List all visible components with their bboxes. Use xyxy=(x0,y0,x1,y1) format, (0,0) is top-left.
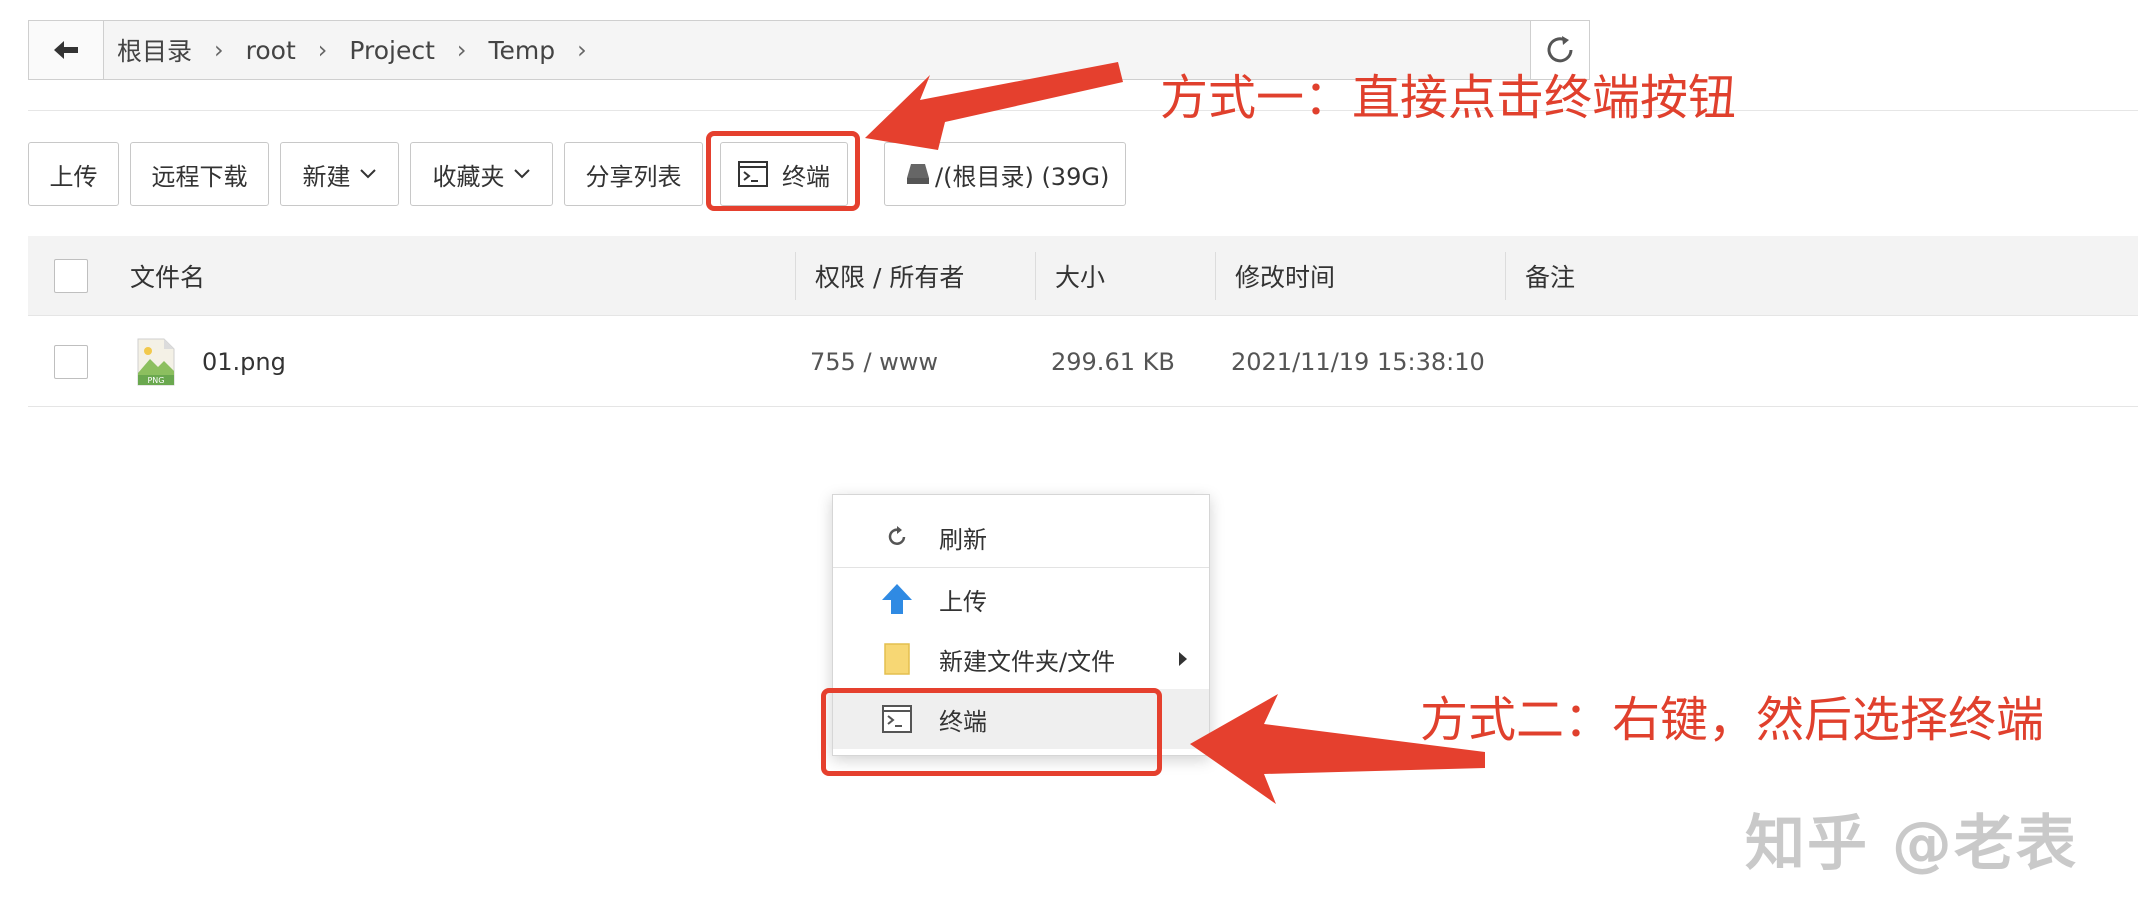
annotation-arrows xyxy=(865,62,1485,804)
annotation-method-1: 方式一：直接点击终端按钮 xyxy=(1160,70,1737,126)
annotation-method-2: 方式二：右键，然后选择终端 xyxy=(1420,692,2045,748)
watermark: 知乎 @老表 xyxy=(1745,809,2078,879)
annotation-arrow-1 xyxy=(865,62,1123,150)
